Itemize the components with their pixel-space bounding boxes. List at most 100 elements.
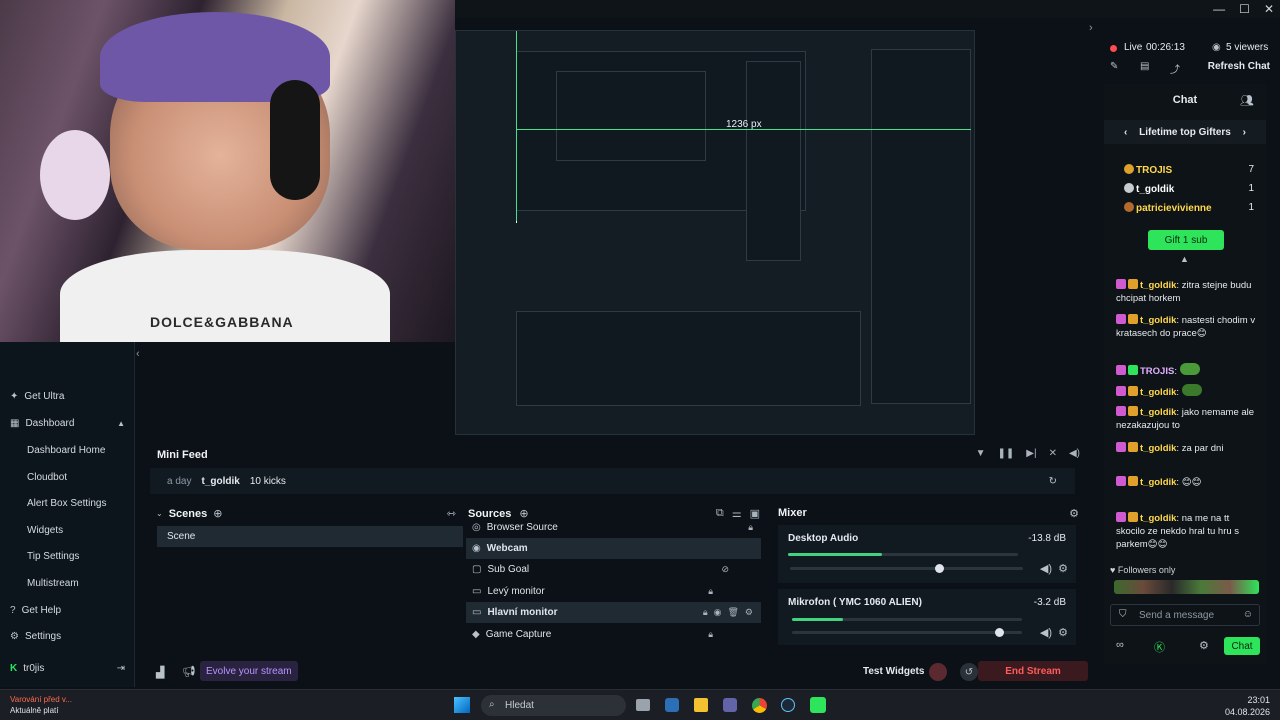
stream-preview[interactable]: 1236 px — [455, 30, 975, 435]
collapse-icon[interactable]: ▲ — [1180, 254, 1189, 264]
eye-icon[interactable]: ◉ — [714, 607, 722, 618]
mixer-settings-icon[interactable]: ⚙ — [1069, 507, 1079, 520]
source-item[interactable]: ▭ Hlavní monitor 🔒︎ ◉ 🗑︎ ⚙ — [466, 602, 761, 623]
nav-widgets[interactable]: Widgets — [0, 518, 135, 542]
chrome-icon[interactable] — [752, 698, 767, 713]
gear-icon[interactable]: ⚙ — [745, 607, 753, 618]
nav-tip-settings[interactable]: Tip Settings — [0, 544, 135, 568]
volume-icon[interactable]: ◀) — [1040, 626, 1052, 639]
chevron-down-icon[interactable]: ⌄ — [156, 509, 163, 518]
kick-icon: K — [10, 662, 18, 674]
chevron-up-icon: ▲ — [117, 418, 125, 428]
collapse-nav-icon[interactable]: ‹ — [136, 348, 140, 360]
taskbar-search[interactable]: ⌕ Hledat — [481, 695, 626, 716]
source-item[interactable]: ◆ Game Capture 🔒︎ — [466, 624, 761, 645]
volume-slider[interactable] — [792, 628, 1022, 637]
nav-multistream[interactable]: Multistream — [0, 571, 135, 595]
lock-icon[interactable]: 🔒︎ — [708, 629, 713, 640]
nav-account[interactable]: Ktr0jis ⇥ — [0, 656, 135, 680]
chat-input[interactable]: ⛉ Send a message ☺ — [1110, 604, 1260, 626]
volume-knob[interactable] — [995, 628, 1004, 637]
kick-icon[interactable]: Ⓚ — [1154, 639, 1165, 655]
taskbar-clock[interactable]: 23:01 04.08.2026 — [1225, 694, 1270, 718]
close-icon[interactable]: ✕ — [1264, 2, 1274, 16]
emote-strip[interactable] — [1114, 580, 1259, 594]
volume-icon[interactable]: ◀) — [1069, 448, 1080, 459]
task-view-icon[interactable] — [636, 699, 650, 711]
guide-line-vertical — [516, 31, 517, 221]
edit-icon[interactable]: ✎ — [1110, 61, 1118, 72]
source-item[interactable]: ▭ Levý monitor 🔒︎ — [466, 581, 761, 602]
monitor-icon: ▭ — [472, 586, 482, 597]
nav-get-ultra[interactable]: ✦ Get Ultra — [0, 384, 135, 408]
volume-icon[interactable]: ◀) — [1040, 562, 1052, 575]
scene-transition-icon[interactable]: ⇿ — [447, 507, 456, 520]
gear-icon[interactable]: ⚙ — [1058, 562, 1068, 575]
mini-feed-title: Mini Feed — [157, 449, 208, 461]
megaphone-icon[interactable]: 📢︎ — [182, 665, 196, 678]
emote-icon — [1179, 363, 1200, 375]
chevron-left-icon[interactable]: ‹ — [1124, 127, 1127, 138]
volume-knob[interactable] — [935, 564, 945, 573]
mute-alerts-icon[interactable]: ✕ — [1049, 448, 1057, 459]
maximize-icon[interactable]: ☐ — [1239, 2, 1250, 16]
gift-sub-button[interactable]: Gift 1 sub — [1148, 230, 1224, 250]
source-item[interactable]: ◉ Webcam — [466, 538, 761, 559]
source-item[interactable]: ◎ Browser Source 🔒︎ — [466, 519, 761, 535]
send-chat-button[interactable]: Chat — [1224, 637, 1260, 655]
evolve-button[interactable]: Evolve your stream — [200, 661, 298, 681]
scenes-panel: ⌄ Scenes ⊕ ⇿ Scene — [150, 503, 463, 653]
chat-message: t_goldik: 😊😊 — [1116, 476, 1256, 489]
refresh-chat-button[interactable]: Refresh Chat — [1208, 61, 1270, 72]
volume-slider[interactable] — [790, 564, 1023, 573]
refresh-icon[interactable]: ↻ — [1049, 476, 1057, 487]
users-icon[interactable]: 👥︎ — [1240, 94, 1254, 107]
skip-icon[interactable]: ▶| — [1026, 448, 1036, 459]
nav-get-help[interactable]: ? Get Help — [0, 598, 135, 622]
nav-cloudbot[interactable]: Cloudbot — [0, 465, 135, 489]
scene-item[interactable]: Scene — [157, 526, 463, 547]
file-explorer-icon[interactable] — [694, 698, 708, 712]
lock-icon[interactable]: 🔒︎ — [748, 522, 753, 533]
streamlabs-icon[interactable] — [810, 697, 826, 713]
gifter-row: patricievivienne 1 — [1124, 202, 1254, 214]
heart-icon: ♥ — [1110, 565, 1116, 575]
gear-icon[interactable]: ⚙ — [1058, 626, 1068, 639]
nav-settings[interactable]: ⚙ Settings — [0, 624, 135, 648]
mixer-track-desktop: Desktop Audio -13.8 dB ◀) ⚙ — [778, 525, 1076, 583]
add-scene-icon[interactable]: ⊕ — [213, 507, 222, 520]
expand-panel-icon[interactable]: › — [1089, 22, 1093, 34]
trash-icon[interactable]: 🗑︎ — [727, 607, 738, 618]
mini-feed-controls: ▼ ❚❚ ▶| ✕ ◀) — [976, 448, 1080, 459]
gear-icon[interactable]: ⚙ — [1199, 639, 1209, 652]
chevron-right-icon[interactable]: › — [1243, 127, 1246, 138]
nav-dashboard-home[interactable]: Dashboard Home — [0, 438, 135, 462]
logout-icon[interactable]: ⇥ — [117, 663, 125, 674]
filter-icon[interactable]: ▼ — [976, 448, 986, 459]
windows-start-icon[interactable] — [454, 697, 470, 713]
share-icon[interactable]: ⤴ — [1170, 61, 1180, 76]
chat-message: t_goldik: za par dni — [1116, 442, 1256, 455]
minimize-icon[interactable]: — — [1213, 2, 1225, 16]
visibility-off-icon[interactable]: ⊘ — [721, 564, 729, 575]
shirt-text: DOLCE&GABBANA — [150, 314, 294, 330]
teams-icon[interactable] — [723, 698, 737, 712]
test-widgets-button[interactable]: Test Widgets — [863, 666, 924, 677]
pause-icon[interactable]: ❚❚ — [998, 448, 1015, 459]
clip-icon[interactable]: ▤ — [1140, 61, 1149, 72]
stats-icon[interactable]: ▟ — [156, 666, 164, 679]
audio-level-meter — [792, 618, 1022, 621]
nav-alert-box[interactable]: Alert Box Settings — [0, 491, 135, 515]
end-stream-button[interactable]: End Stream — [978, 661, 1088, 681]
record-button[interactable] — [929, 663, 947, 681]
replay-icon[interactable]: ↺ — [960, 663, 978, 681]
weather-warning[interactable]: Varování před v... Aktuálně platí — [10, 694, 72, 716]
lock-icon[interactable]: 🔒︎ — [708, 586, 713, 597]
source-item[interactable]: ▢ Sub Goal ⊘ — [466, 559, 761, 580]
infinity-icon[interactable]: ∞ — [1116, 639, 1124, 651]
emoji-icon[interactable]: ☺ — [1243, 609, 1253, 620]
widgets-icon[interactable] — [665, 698, 679, 712]
nav-dashboard[interactable]: ▦ Dashboard ▲ — [0, 411, 135, 435]
lock-icon[interactable]: 🔒︎ — [703, 607, 708, 618]
steam-icon[interactable] — [781, 698, 795, 712]
